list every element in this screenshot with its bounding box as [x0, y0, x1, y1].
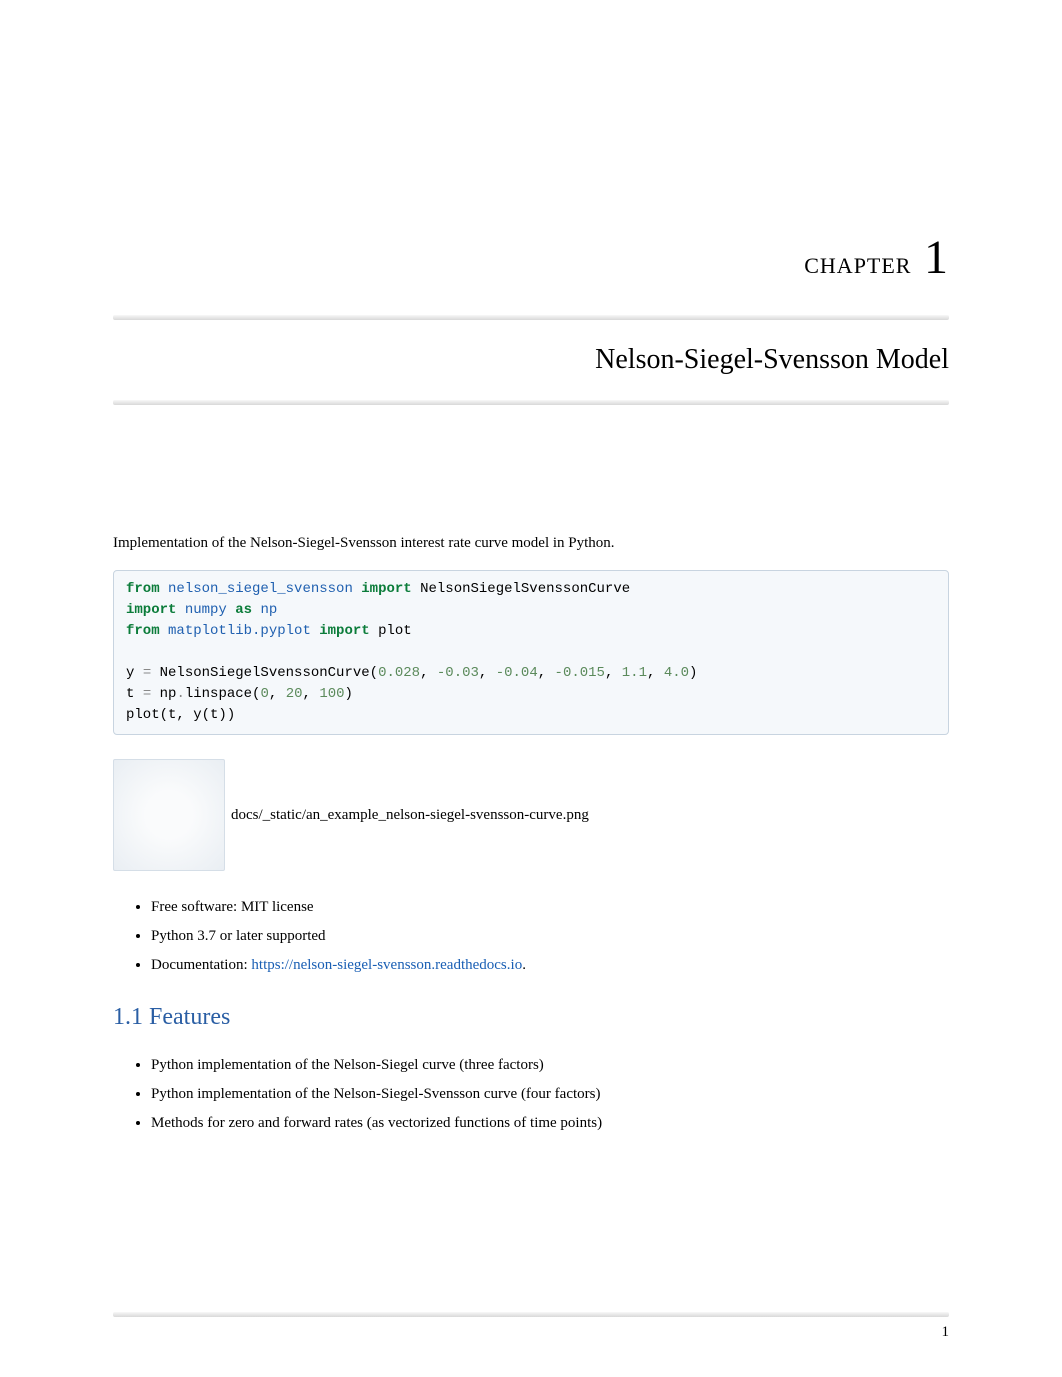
code-num: 0 — [260, 686, 268, 702]
module-pyplot: matplotlib.pyplot — [168, 623, 311, 639]
chapter-number: 1 — [924, 231, 949, 284]
image-path-text: docs/_static/an_example_nelson-siegel-sv… — [231, 807, 589, 824]
code-dot: . — [176, 686, 184, 702]
page-number: 1 — [942, 1324, 950, 1341]
keyword-import: import — [319, 623, 369, 639]
code-eq: = — [143, 665, 151, 681]
info-list: Free software: MIT license Python 3.7 or… — [151, 897, 949, 976]
symbol-plot: plot — [378, 623, 412, 639]
code-num: 100 — [319, 686, 344, 702]
code-num: 20 — [286, 686, 303, 702]
list-item: Free software: MIT license — [151, 897, 949, 918]
symbol-curve: NelsonSiegelSvenssonCurve — [420, 581, 630, 597]
module-nss: nelson_siegel_svensson — [168, 581, 353, 597]
footer-divider — [113, 1312, 949, 1317]
keyword-as: as — [235, 602, 252, 618]
keyword-import: import — [126, 602, 176, 618]
chapter-label: CHAPTER 1 — [113, 230, 949, 285]
code-num: 1.1 — [622, 665, 647, 681]
features-list: Python implementation of the Nelson-Sieg… — [151, 1055, 949, 1134]
image-row: docs/_static/an_example_nelson-siegel-sv… — [113, 759, 949, 871]
code-var-y: y — [126, 665, 143, 681]
list-item: Python implementation of the Nelson-Sieg… — [151, 1084, 949, 1105]
code-var-t: t — [126, 686, 143, 702]
code-linspace: linspace( — [185, 686, 261, 702]
code-num: 0.015 — [563, 665, 605, 681]
code-num: 4.0 — [664, 665, 689, 681]
code-np: np — [151, 686, 176, 702]
keyword-import: import — [361, 581, 411, 597]
list-item: Python 3.7 or later supported — [151, 926, 949, 947]
intro-paragraph: Implementation of the Nelson-Siegel-Sven… — [113, 535, 949, 552]
keyword-from: from — [126, 623, 160, 639]
image-placeholder-icon — [113, 759, 225, 871]
divider-bottom — [113, 400, 949, 405]
list-item: Documentation: https://nelson-siegel-sve… — [151, 955, 949, 976]
code-eq: = — [143, 686, 151, 702]
code-num: - — [555, 665, 563, 681]
page-title: Nelson-Siegel-Svensson Model — [113, 344, 949, 376]
divider-top — [113, 315, 949, 320]
code-num: 0.03 — [445, 665, 479, 681]
alias-np: np — [260, 602, 277, 618]
section-heading-features: 1.1 Features — [113, 1004, 949, 1031]
list-item-prefix: Documentation: — [151, 957, 251, 973]
chapter-word: CHAPTER — [804, 253, 911, 278]
list-item: Methods for zero and forward rates (as v… — [151, 1113, 949, 1134]
code-block: from nelson_siegel_svensson import Nelso… — [113, 570, 949, 735]
code-num: - — [496, 665, 504, 681]
code-num: 0.028 — [378, 665, 420, 681]
period: . — [522, 957, 526, 973]
code-num: 0.04 — [504, 665, 538, 681]
list-item: Python implementation of the Nelson-Sieg… — [151, 1055, 949, 1076]
module-numpy: numpy — [185, 602, 227, 618]
docs-link[interactable]: https://nelson-siegel-svensson.readthedo… — [251, 957, 522, 973]
keyword-from: from — [126, 581, 160, 597]
code-plot-call: plot(t, y(t)) — [126, 707, 235, 723]
code-call: NelsonSiegelSvenssonCurve( — [151, 665, 378, 681]
